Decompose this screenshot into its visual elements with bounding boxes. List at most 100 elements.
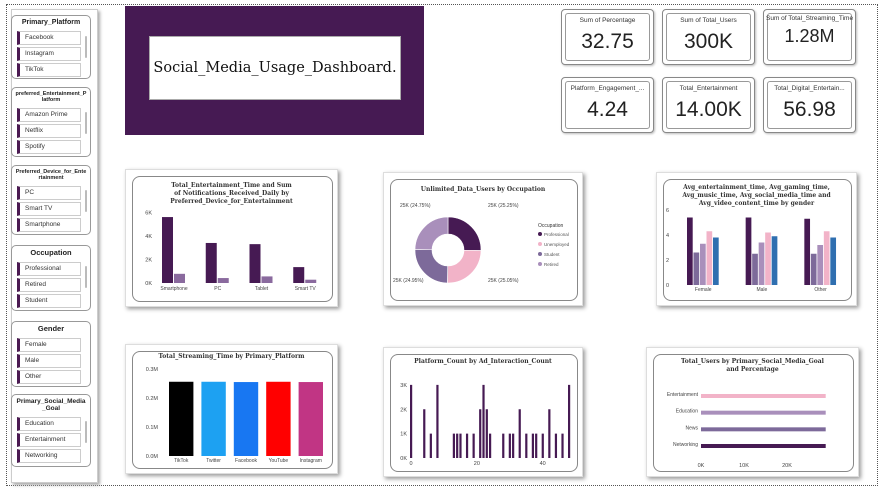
kpi-card[interactable]: Sum of Total_Users 300K	[662, 9, 755, 65]
kpi-value: 4.24	[587, 98, 628, 121]
bar	[217, 278, 229, 283]
dashboard-title: Social_Media_Usage_Dashboard.	[149, 36, 401, 100]
slicer-primary-platform[interactable]: Primary_Platform Facebook Instagram TikT…	[11, 15, 91, 79]
chart-card-gender[interactable]: Avg_entertainment_time, Avg_gaming_time,…	[656, 172, 857, 306]
slicer-scrollbar[interactable]	[85, 36, 87, 58]
y-tick-label: 1K	[400, 432, 407, 438]
kpi-label: Sum of Total_Streaming_Time	[766, 15, 853, 22]
slicer-occupation[interactable]: Occupation Professional Retired Student	[11, 245, 91, 311]
chart-card-goal[interactable]: Total_Users by Primary_Social_Media_Goal…	[646, 347, 859, 477]
x-tick-label: Tablet	[255, 286, 269, 292]
x-tick-label: 0K	[698, 463, 705, 469]
chart-card-ad-interaction[interactable]: Platform_Count by Ad_Interaction_Count 0…	[383, 347, 583, 477]
x-tick-label: 20K	[782, 463, 792, 469]
x-tick-label: 0	[409, 461, 412, 467]
data-label: 25K (25.25%)	[488, 203, 519, 209]
legend-marker	[538, 242, 542, 246]
slicer-title: Primary_Platform	[21, 19, 81, 26]
kpi-card[interactable]: Total_Entertainment 14.00K	[662, 77, 755, 133]
kpi-label: Sum of Total_Users	[680, 17, 737, 24]
slicer-item[interactable]: Professional	[17, 261, 81, 276]
slicer-scrollbar[interactable]	[85, 266, 87, 288]
bar	[169, 381, 194, 456]
legend-marker	[538, 232, 542, 236]
kpi-label: Sum of Percentage	[579, 17, 636, 24]
bar	[201, 381, 226, 456]
legend-entry: Retired	[544, 262, 559, 267]
bar	[745, 217, 752, 285]
chart-card-device[interactable]: Total_Entertainment_Time and Sum of Noti…	[125, 169, 338, 307]
bar	[479, 409, 482, 458]
y-tick-label: Networking	[673, 442, 698, 448]
bar	[554, 433, 558, 458]
legend-entry: Student	[544, 252, 560, 257]
kpi-card[interactable]: Sum of Total_Streaming_Time 1.28M	[763, 9, 856, 65]
bar	[810, 253, 817, 285]
bar	[687, 217, 693, 285]
bar	[459, 433, 462, 458]
chart-streaming-bars: 0.0M 0.1M 0.2M 0.3M TikTok Twitter Facebook You…	[146, 367, 323, 464]
slicer-scrollbar[interactable]	[85, 190, 87, 212]
y-tick-label: 0.3M	[146, 367, 159, 373]
bar	[701, 427, 826, 432]
chart-gender-bars: 0 2 4 6 Female Male Other	[666, 208, 837, 293]
slicer-item[interactable]: Retired	[17, 277, 81, 292]
bar	[561, 433, 564, 458]
slicer-item[interactable]: Facebook	[17, 31, 81, 46]
y-tick-label: Entertainment	[667, 392, 699, 398]
slicer-item[interactable]: Networking	[17, 448, 81, 463]
legend-entry: Professional	[544, 232, 569, 237]
slicer-item[interactable]: TikTok	[17, 63, 81, 78]
slicer-item[interactable]: Smart TV	[17, 201, 81, 216]
y-tick-label: 6	[666, 208, 669, 214]
slicer-item[interactable]: Other	[17, 369, 81, 384]
chart-card-streaming[interactable]: Total_Streaming_Time by Primary_Platform…	[125, 344, 338, 474]
slicer-item[interactable]: Female	[17, 337, 81, 352]
y-tick-label: 2K	[400, 407, 407, 413]
bar	[518, 409, 521, 458]
slicer-gender[interactable]: Gender Female Male Other	[11, 321, 91, 387]
bar	[502, 433, 505, 458]
y-tick-label: 0K	[145, 281, 152, 287]
x-tick-label: Smart TV	[295, 286, 317, 292]
y-tick-label: 2K	[145, 257, 152, 263]
x-tick-label: 10K	[739, 463, 749, 469]
slicer-item[interactable]: Spotify	[17, 139, 81, 154]
slicer-item[interactable]: PC	[17, 185, 81, 200]
kpi-card[interactable]: Platform_Engagement_... 4.24	[561, 77, 654, 133]
bar	[758, 242, 765, 285]
data-label: 25K (25.05%)	[488, 278, 519, 284]
kpi-card[interactable]: Total_Digital_Entertain... 56.98	[763, 77, 856, 133]
bar	[531, 433, 534, 458]
y-tick-label: 0.1M	[146, 425, 159, 431]
bar	[266, 381, 291, 456]
x-tick-label: Other	[814, 287, 827, 293]
slicer-item[interactable]: Instagram	[17, 47, 81, 62]
slicer-social-media-goal[interactable]: Primary_Social_Media_Goal Education Ente…	[11, 394, 91, 467]
slicer-item[interactable]: Male	[17, 353, 81, 368]
slicer-scrollbar[interactable]	[85, 421, 87, 443]
slicer-scrollbar[interactable]	[85, 112, 87, 134]
slicer-title: Occupation	[30, 248, 72, 257]
slicer-item[interactable]: Netflix	[17, 123, 81, 138]
bar	[465, 433, 469, 458]
bar	[508, 433, 511, 458]
slicer-entertainment-platform[interactable]: preferred_Entertainment_Platform Amazon …	[11, 87, 91, 157]
slicer-item[interactable]: Entertainment	[17, 432, 81, 447]
slicer-item[interactable]: Education	[17, 416, 81, 431]
kpi-card[interactable]: Sum of Percentage 32.75	[561, 9, 654, 65]
bar	[830, 237, 837, 285]
chart-card-occupation[interactable]: Unlimited_Data_Users by Occupation 25K (…	[383, 172, 583, 306]
slicer-title: Primary_Social_Media_Goal	[16, 398, 86, 413]
kpi-label: Total_Entertainment	[679, 85, 738, 92]
bar	[423, 409, 426, 458]
slicer-title: Gender	[37, 324, 65, 333]
slicer-preferred-device[interactable]: Preferred_Device_for_Entertainment PC Sm…	[11, 165, 91, 235]
slicer-title: Preferred_Device_for_Entertainment	[15, 169, 87, 182]
slicer-item[interactable]: Amazon Prime	[17, 107, 81, 122]
bar	[261, 276, 273, 283]
y-tick-label: Education	[676, 409, 698, 415]
y-tick-label: 2	[666, 258, 669, 264]
slicer-item[interactable]: Student	[17, 293, 81, 308]
slicer-item[interactable]: Smartphone	[17, 217, 81, 232]
